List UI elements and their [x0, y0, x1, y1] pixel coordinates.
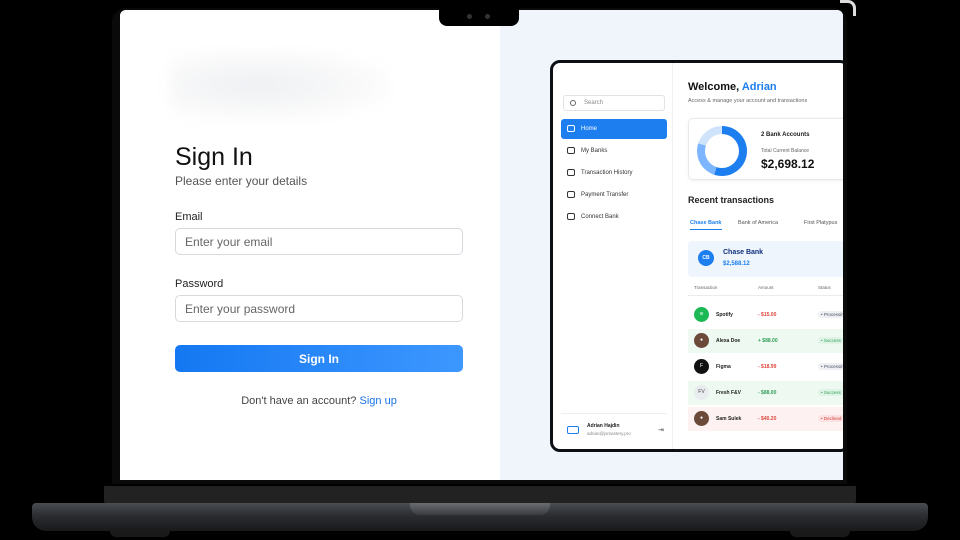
recent-transactions-title: Recent transactions [688, 195, 775, 205]
user-name: Adrian Hajdin [587, 423, 620, 429]
table-row: ≋ Spotify - $15.00 • Processing [688, 303, 843, 327]
welcome-heading: Welcome, Adrian [688, 81, 777, 93]
initials-icon: FV [694, 385, 709, 400]
transaction-name: Alexa Doe [716, 338, 741, 344]
table-header-status: Status [818, 285, 831, 290]
status-badge: • Success [818, 337, 843, 344]
email-label: Email [175, 211, 203, 223]
welcome-subtitle: Access & manage your account and transac… [688, 98, 808, 104]
bank-balance: $2,588.12 [723, 261, 750, 267]
preview-tab-chase: Chase Bank [690, 220, 722, 230]
status-badge: • Declined [818, 415, 843, 422]
welcome-prefix: Welcome, [688, 81, 740, 93]
email-field[interactable] [175, 228, 463, 255]
sign-up-link[interactable]: Sign up [360, 395, 397, 407]
user-email: adrian@jsmastery.pro [587, 431, 631, 436]
balance-card: 2 Bank Accounts Total Current Balance $2… [688, 118, 843, 180]
transaction-name: Spotify [716, 312, 733, 318]
transaction-name: Figma [716, 364, 731, 370]
password-label: Password [175, 278, 224, 290]
laptop-foot-left [110, 531, 170, 537]
nav-label: Connect Bank [581, 214, 619, 220]
transfer-icon [567, 191, 575, 198]
laptop-hinge [104, 486, 856, 504]
balance-value: $2,698.12 [761, 157, 815, 171]
dashboard-preview: Search Home My Banks Transaction History… [550, 60, 843, 452]
table-row: ● Sam Sulek - $40.20 • Declined [688, 407, 843, 431]
page-title: Sign In [175, 143, 253, 171]
nav-label: Transaction History [581, 170, 633, 176]
dashboard-preview-pane: Search Home My Banks Transaction History… [500, 10, 843, 480]
table-row: FV Fresh F&V - $88.00 • Success [688, 381, 843, 405]
logout-icon: ⇥ [658, 427, 664, 434]
preview-nav-home: Home [561, 119, 667, 139]
signin-pane: Sign In Please enter your details Email … [120, 10, 500, 480]
page-subtitle: Please enter your details [175, 174, 308, 188]
status-badge: • Processing [818, 311, 843, 318]
status-badge: • Processing [818, 363, 843, 370]
sensor-icon [485, 14, 490, 19]
bank-accounts-count: 2 Bank Accounts [761, 132, 810, 138]
signup-prompt: Don't have an account? Sign up [175, 395, 463, 407]
nav-label: Home [581, 126, 598, 132]
bank-name: Chase Bank [723, 249, 764, 256]
search-placeholder: Search [584, 100, 604, 106]
preview-main: Welcome, Adrian Access & manage your acc… [688, 63, 843, 449]
transaction-amount: - $40.20 [758, 416, 777, 422]
balance-label: Total Current Balance [761, 148, 810, 154]
transaction-name: Fresh F&V [716, 390, 742, 396]
search-icon [570, 100, 576, 106]
preview-nav-transaction-history: Transaction History [561, 163, 667, 183]
bank-logo-icon: CB [698, 250, 714, 266]
avatar-icon: ● [694, 333, 709, 348]
transaction-name: Sam Sulek [716, 416, 742, 422]
transaction-amount: - $88.00 [758, 390, 777, 396]
table-header-transaction: Transaction [694, 285, 718, 290]
preview-nav-payment-transfer: Payment Transfer [561, 185, 667, 205]
user-avatar-icon [567, 426, 579, 434]
nav-label: My Banks [581, 148, 608, 154]
home-icon [567, 125, 575, 132]
figma-icon: F [694, 359, 709, 374]
laptop-foot-right [790, 531, 850, 537]
preview-search-input: Search [563, 95, 665, 111]
transaction-amount: - $15.00 [758, 312, 777, 318]
table-row: F Figma - $18.99 • Processing [688, 355, 843, 379]
camera-icon [467, 14, 472, 19]
transaction-amount: + $88.00 [758, 338, 778, 344]
blurred-logo [170, 50, 390, 120]
preview-tab-boa: Bank of America [738, 220, 779, 226]
table-header-amount: Amount [758, 285, 774, 290]
avatar-icon: ● [694, 411, 709, 426]
sign-in-button[interactable]: Sign In [175, 345, 463, 372]
balance-donut-chart [697, 126, 747, 176]
nav-label: Payment Transfer [581, 192, 629, 198]
transaction-amount: - $18.99 [758, 364, 777, 370]
welcome-name: Adrian [741, 81, 777, 93]
laptop-opening-notch [410, 503, 550, 515]
spotify-icon: ≋ [694, 307, 709, 322]
table-row: ● Alexa Doe + $88.00 • Success [688, 329, 843, 353]
preview-sidebar: Search Home My Banks Transaction History… [553, 63, 673, 449]
screen-display: Sign In Please enter your details Email … [120, 10, 843, 480]
bank-icon [567, 147, 575, 154]
card-icon [567, 213, 575, 220]
preview-nav-my-banks: My Banks [561, 141, 667, 161]
status-badge: • Success [818, 389, 843, 396]
password-field[interactable] [175, 295, 463, 322]
camera-notch [439, 8, 519, 26]
preview-nav-connect-bank: Connect Bank [561, 207, 667, 227]
history-icon [567, 169, 575, 176]
preview-tab-platypus: First Platypus [804, 220, 838, 226]
table-divider [688, 295, 843, 296]
bank-info-card: CB Chase Bank $2,588.12 [688, 241, 843, 277]
signup-prompt-text: Don't have an account? [241, 395, 357, 407]
preview-user-footer: Adrian Hajdin adrian@jsmastery.pro ⇥ [561, 413, 667, 443]
